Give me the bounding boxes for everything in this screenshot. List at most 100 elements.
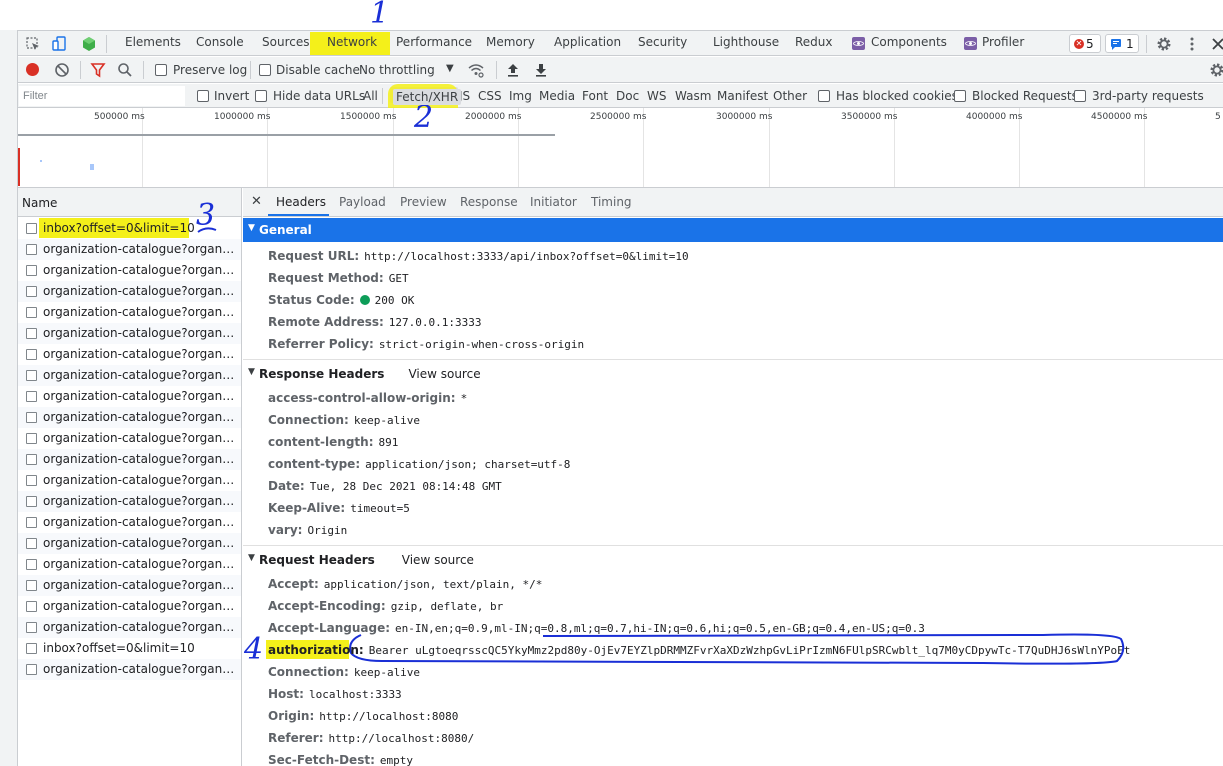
filter-type-css[interactable]: CSS [478,89,502,103]
close-devtools-icon[interactable] [1210,36,1223,52]
request-row[interactable]: organization-catalogue?organization [18,239,241,260]
export-har-download-icon[interactable] [533,62,549,78]
request-row[interactable]: organization-catalogue?organization [18,491,241,512]
request-row[interactable]: organization-catalogue?organization [18,470,241,491]
request-row[interactable]: organization-catalogue?organization [18,554,241,575]
general-section-title: General [259,223,312,237]
record-icon[interactable] [26,63,39,76]
tab-elements[interactable]: Elements [125,35,181,49]
request-row[interactable]: organization-catalogue?organization [18,575,241,596]
request-headers-section-header[interactable]: ▼ Request Headers View source [243,548,1223,572]
request-row[interactable]: organization-catalogue?organization [18,260,241,281]
request-row[interactable]: organization-catalogue?organization [18,344,241,365]
request-type-icon [26,580,37,591]
filter-type-other[interactable]: Other [773,89,807,103]
third-party-requests-checkbox[interactable] [1074,90,1086,102]
request-row[interactable]: organization-catalogue?organization [18,512,241,533]
clear-icon[interactable] [54,62,70,78]
timeline-overview[interactable]: 500000 ms 1000000 ms 1500000 ms 2000000 … [18,108,1223,188]
more-options-icon[interactable] [1184,36,1200,52]
preserve-log-checkbox[interactable] [155,64,167,76]
request-row[interactable]: organization-catalogue?organization [18,449,241,470]
tab-console[interactable]: Console [196,35,244,49]
request-row[interactable]: organization-catalogue?organization [18,365,241,386]
tab-components[interactable]: Components [871,35,947,49]
device-toolbar-icon[interactable] [52,36,68,52]
search-icon[interactable] [117,62,133,78]
request-type-icon [26,349,37,360]
filter-input[interactable]: Filter [19,86,185,106]
tab-initiator[interactable]: Initiator [530,195,577,209]
request-row[interactable]: organization-catalogue?organization [18,428,241,449]
timeline-tick: 500000 ms [94,112,145,122]
import-har-upload-icon[interactable] [505,62,521,78]
header-value: http://localhost:3333/api/inbox?offset=0… [364,250,689,263]
response-headers-section-header[interactable]: ▼ Response Headers View source [243,362,1223,386]
request-row[interactable]: organization-catalogue?organization [18,533,241,554]
filter-type-wasm[interactable]: Wasm [675,89,711,103]
tab-sources[interactable]: Sources [262,35,309,49]
request-row[interactable]: organization-catalogue?organization [18,617,241,638]
inspect-element-icon[interactable] [25,36,41,52]
filter-type-all[interactable]: All [363,89,378,103]
general-section-header[interactable]: ▼ General [243,218,1223,242]
request-name: organization-catalogue?organization [43,578,235,592]
tab-payload[interactable]: Payload [339,195,386,209]
request-row[interactable]: organization-catalogue?organization [18,386,241,407]
request-view-source-link[interactable]: View source [402,553,474,567]
request-row[interactable]: organization-catalogue?organization [18,659,241,680]
header-key: Sec-Fetch-Dest: [268,753,375,766]
has-blocked-cookies-checkbox[interactable] [818,90,830,102]
hide-data-urls-checkbox[interactable] [255,90,267,102]
filter-type-doc[interactable]: Doc [616,89,639,103]
filter-funnel-icon[interactable] [90,62,106,78]
timeline-request-mark [40,160,42,162]
blocked-requests-checkbox[interactable] [954,90,966,102]
request-type-icon [26,223,37,234]
filter-type-manifest[interactable]: Manifest [717,89,768,103]
header-row: Status Code: 200 OK [268,293,414,307]
tab-application[interactable]: Application [554,35,621,49]
error-count-badge[interactable]: ✕ 5 [1069,34,1101,53]
network-conditions-wifi-icon[interactable] [468,62,484,78]
request-headers-title: Request Headers [259,553,375,567]
tab-redux[interactable]: Redux [795,35,833,49]
extension-hexagon-icon[interactable] [81,36,97,52]
tab-security[interactable]: Security [638,35,687,49]
tab-preview[interactable]: Preview [400,195,447,209]
tab-performance[interactable]: Performance [396,35,472,49]
request-row[interactable]: inbox?offset=0&limit=10 [18,638,241,659]
filter-type-ws[interactable]: WS [647,89,666,103]
request-type-icon [26,664,37,675]
tab-network[interactable]: Network [327,35,377,49]
tab-timing[interactable]: Timing [591,195,632,209]
tab-profiler[interactable]: Profiler [982,35,1024,49]
network-settings-gear-icon[interactable] [1209,62,1223,78]
close-icon[interactable]: ✕ [251,194,262,209]
tab-memory[interactable]: Memory [486,35,535,49]
name-column-header[interactable]: Name [22,196,57,210]
invert-checkbox[interactable] [197,90,209,102]
filter-type-media[interactable]: Media [539,89,575,103]
request-row[interactable]: organization-catalogue?organization [18,302,241,323]
tab-lighthouse[interactable]: Lighthouse [713,35,779,49]
response-view-source-link[interactable]: View source [408,367,480,381]
throttling-select[interactable]: No throttling [359,63,435,77]
disable-cache-checkbox[interactable] [259,64,271,76]
settings-gear-icon[interactable] [1156,36,1172,52]
request-name: organization-catalogue?organization [43,536,235,550]
expand-triangle-icon: ▼ [248,367,255,377]
request-row[interactable]: organization-catalogue?organization [18,407,241,428]
request-row[interactable]: organization-catalogue?organization [18,281,241,302]
request-row[interactable]: organization-catalogue?organization [18,596,241,617]
tab-response[interactable]: Response [460,195,518,209]
filter-type-fetch-xhr-overlay[interactable]: Fetch/XHR [393,89,462,105]
filter-type-img[interactable]: Img [509,89,532,103]
header-value: gzip, deflate, br [390,600,504,613]
tab-headers[interactable]: Headers [276,195,326,209]
filter-type-font[interactable]: Font [582,89,608,103]
request-row[interactable]: organization-catalogue?organization [18,323,241,344]
message-count-badge[interactable]: 1 [1105,34,1139,53]
chevron-down-icon: ▼ [446,63,454,74]
detail-tab-bar: ✕ Headers Payload Preview Response Initi… [243,188,1223,217]
